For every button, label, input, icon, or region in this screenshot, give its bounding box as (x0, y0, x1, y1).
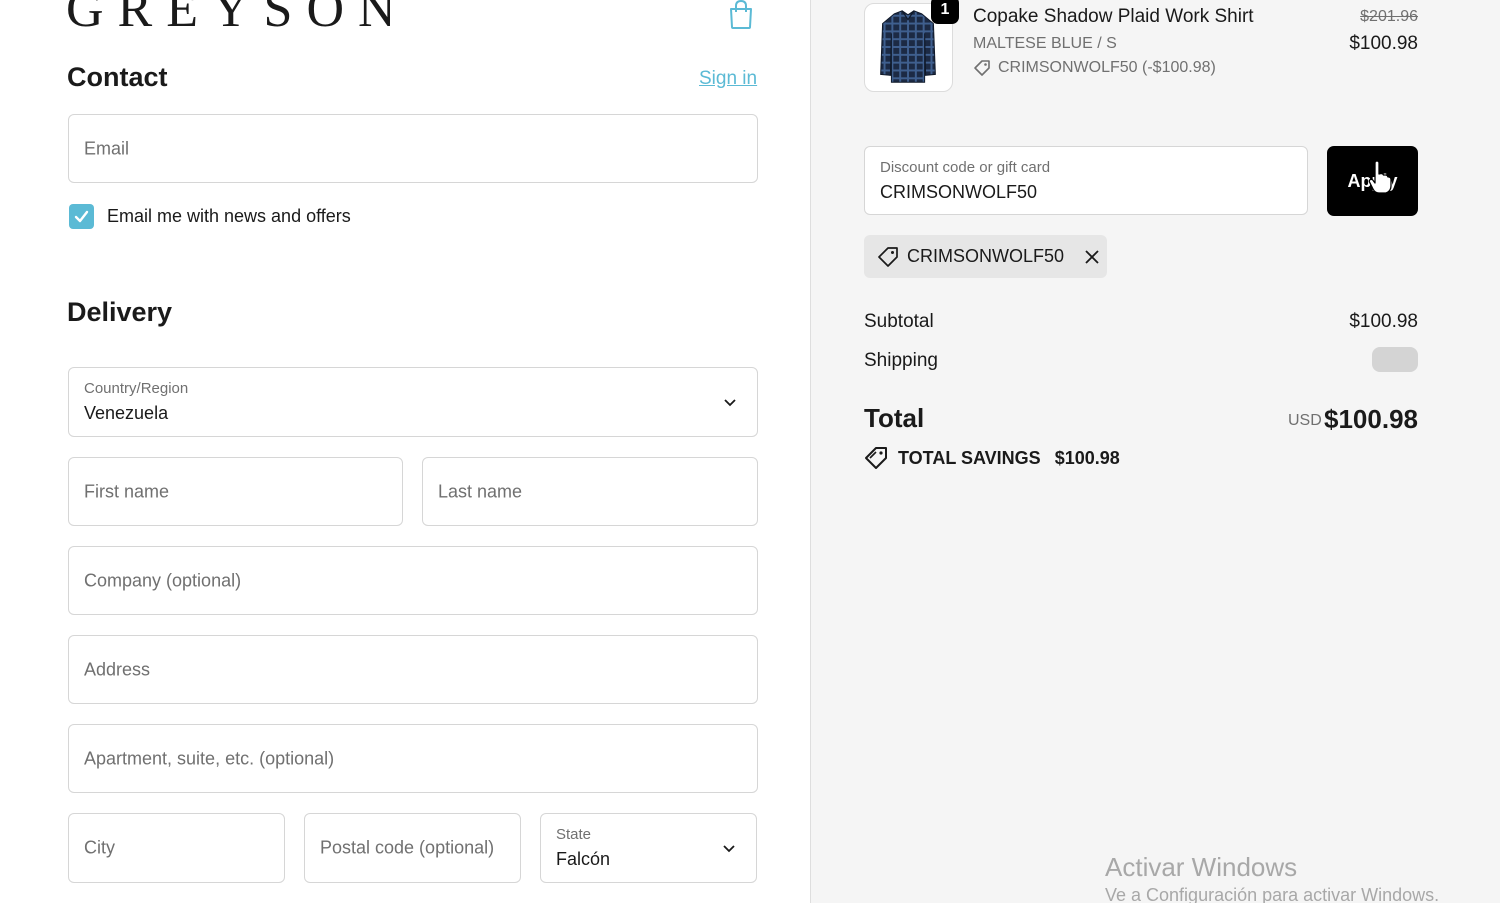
state-select[interactable]: State Falcón (540, 813, 757, 883)
state-value: Falcón (556, 849, 611, 869)
checkmark-icon (74, 210, 89, 223)
product-price: $100.98 (1349, 33, 1418, 54)
original-price: $201.96 (1360, 8, 1418, 25)
postal-code-placeholder: Postal code (optional) (320, 837, 495, 858)
email-field[interactable]: Email (68, 114, 758, 183)
subtotal-label: Subtotal (864, 311, 934, 332)
chevron-down-icon (724, 399, 736, 407)
country-value: Venezuela (84, 403, 169, 423)
product-discount-text: CRIMSONWOLF50 (-$100.98) (998, 59, 1216, 76)
apartment-placeholder: Apartment, suite, etc. (optional) (84, 748, 335, 768)
last-name-field[interactable]: Last name (422, 457, 758, 526)
product-variant: MALTESE BLUE / S (973, 35, 1117, 52)
address-placeholder: Address (84, 659, 151, 679)
tag-icon (974, 60, 990, 76)
sign-in-link[interactable]: Sign in (699, 68, 757, 90)
product-discount: CRIMSONWOLF50 (-$100.98) (973, 59, 1216, 77)
email-placeholder: Email (84, 138, 130, 158)
windows-activation-subtitle: Ve a Configuración para activar Windows. (1105, 885, 1440, 903)
total-label: Total (864, 403, 925, 433)
shipping-label: Shipping (864, 350, 938, 371)
discount-code-field[interactable]: Discount code or gift card CRIMSONWOLF50 (864, 146, 1308, 215)
windows-activation-title: Activar Windows (1105, 852, 1298, 882)
apartment-field[interactable]: Apartment, suite, etc. (optional) (68, 724, 758, 793)
city-field[interactable]: City (68, 813, 285, 883)
quantity-badge: 1 (931, 0, 959, 24)
total-currency: USD (1288, 412, 1322, 429)
discount-code-label: Discount code or gift card (880, 159, 1051, 176)
state-label: State (556, 826, 592, 843)
tag-icon (878, 246, 898, 267)
total-value: $100.98 (1324, 404, 1418, 434)
postal-code-field[interactable]: Postal code (optional) (304, 813, 521, 883)
discount-code-value: CRIMSONWOLF50 (880, 182, 1038, 202)
brand-logo[interactable]: GREYSON (66, 0, 410, 36)
shopping-bag-icon[interactable] (727, 0, 755, 30)
first-name-field[interactable]: First name (68, 457, 403, 526)
hand-cursor-icon (1368, 160, 1392, 194)
savings-value: $100.98 (1054, 447, 1120, 468)
last-name-placeholder: Last name (438, 481, 523, 501)
company-field[interactable]: Company (optional) (68, 546, 758, 615)
city-placeholder: City (84, 837, 115, 858)
chevron-down-icon (723, 845, 735, 853)
contact-title: Contact (67, 62, 168, 92)
shipping-loading-placeholder (1372, 347, 1418, 372)
total-savings: TOTAL SAVINGS $100.98 (864, 446, 1120, 470)
first-name-placeholder: First name (84, 481, 170, 501)
checkout-form-panel: GREYSON Contact Sign in Email Email me w… (0, 0, 811, 903)
product-name: Copake Shadow Plaid Work Shirt (973, 6, 1254, 27)
country-label: Country/Region (84, 380, 189, 397)
newsletter-label[interactable]: Email me with news and offers (107, 206, 351, 227)
country-select[interactable]: Country/Region Venezuela (68, 367, 758, 437)
delivery-title: Delivery (67, 297, 173, 327)
address-field[interactable]: Address (68, 635, 758, 704)
company-placeholder: Company (optional) (84, 570, 242, 590)
applied-discount-chip: CRIMSONWOLF50 (864, 235, 1107, 278)
subtotal-value: $100.98 (1349, 311, 1418, 332)
newsletter-checkbox[interactable] (69, 204, 94, 229)
savings-label: TOTAL SAVINGS (898, 447, 1041, 468)
applied-discount-code: CRIMSONWOLF50 (907, 246, 1065, 266)
savings-tag-icon (865, 447, 887, 469)
remove-discount-icon[interactable] (1084, 249, 1100, 265)
